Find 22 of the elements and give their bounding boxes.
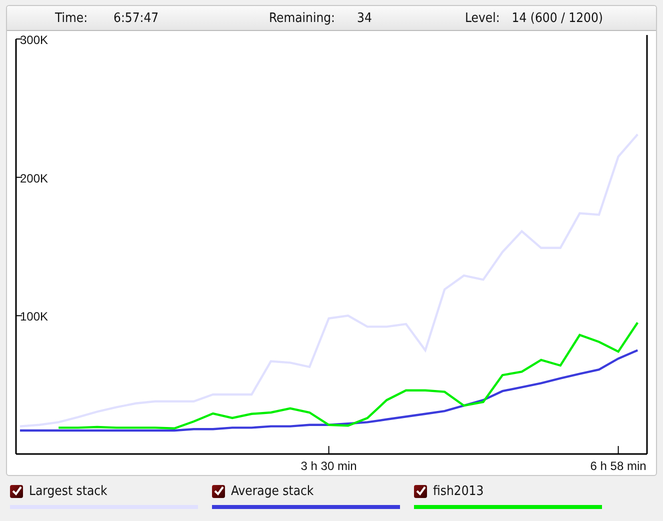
y-tick-label: 200K xyxy=(20,171,48,186)
checkbox[interactable] xyxy=(10,485,23,498)
tick-mark xyxy=(16,315,22,316)
checkbox[interactable] xyxy=(414,485,427,498)
tick-mark xyxy=(328,446,330,454)
legend-label: Largest stack xyxy=(29,484,108,499)
checkbox[interactable] xyxy=(212,485,225,498)
status-label: Level: xyxy=(465,10,500,26)
status-value: 14 (600 / 1200) xyxy=(512,10,603,26)
y-tick-label: 300K xyxy=(20,33,48,47)
status-value: 6:57:47 xyxy=(114,10,159,26)
status-label: Time: xyxy=(55,10,88,26)
tick-mark xyxy=(16,176,22,178)
status-value: 34 xyxy=(357,10,372,26)
tick-mark xyxy=(16,38,22,40)
status-label: Remaining: xyxy=(269,10,335,26)
legend-label: Average stack xyxy=(231,484,314,499)
legend-label: fish2013 xyxy=(433,484,484,499)
x-tick-label: 3 h 30 min xyxy=(300,459,357,473)
y-tick-label: 100K xyxy=(20,310,48,324)
tick-mark xyxy=(618,446,619,454)
x-tick-label: 6 h 58 min xyxy=(590,459,646,473)
